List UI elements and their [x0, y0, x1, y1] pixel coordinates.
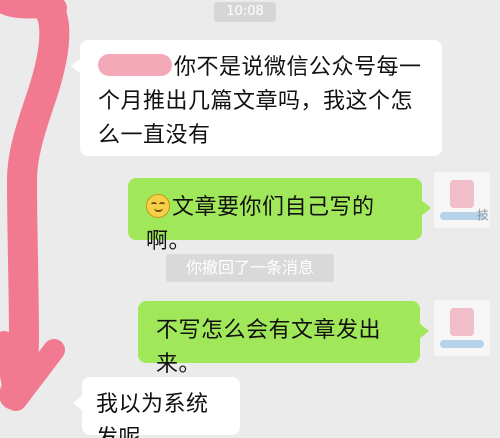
outgoing-message-bubble[interactable]: 不写怎么会有文章发出来。 — [138, 301, 429, 377]
incoming-message-bubble[interactable]: 你不是说微信公众号每一个月推出几篇文章吗，我这个怎么一直没有 — [71, 40, 442, 156]
message-text: 我以为系统发呢 — [96, 392, 209, 438]
incoming-message-bubble[interactable]: 我以为系统发呢 — [73, 377, 240, 438]
self-avatar[interactable] — [434, 300, 490, 356]
avatar-image — [450, 180, 474, 208]
redacted-name — [98, 54, 172, 76]
recall-notice: 你撤回了一条消息 — [166, 254, 334, 282]
avatar-redaction — [440, 340, 484, 348]
avatar-char: 技 — [476, 208, 489, 222]
smiling-face-emoji-icon — [146, 194, 170, 218]
message-text: 文章要你们自己写的啊。 — [146, 195, 375, 254]
outgoing-message-bubble[interactable]: 文章要你们自己写的啊。 — [128, 178, 431, 254]
chat-timestamp: 10:08 — [214, 2, 276, 22]
self-avatar[interactable]: 技 — [434, 172, 490, 228]
avatar-image — [450, 308, 474, 336]
message-text: 不写怎么会有文章发出来。 — [156, 318, 382, 377]
